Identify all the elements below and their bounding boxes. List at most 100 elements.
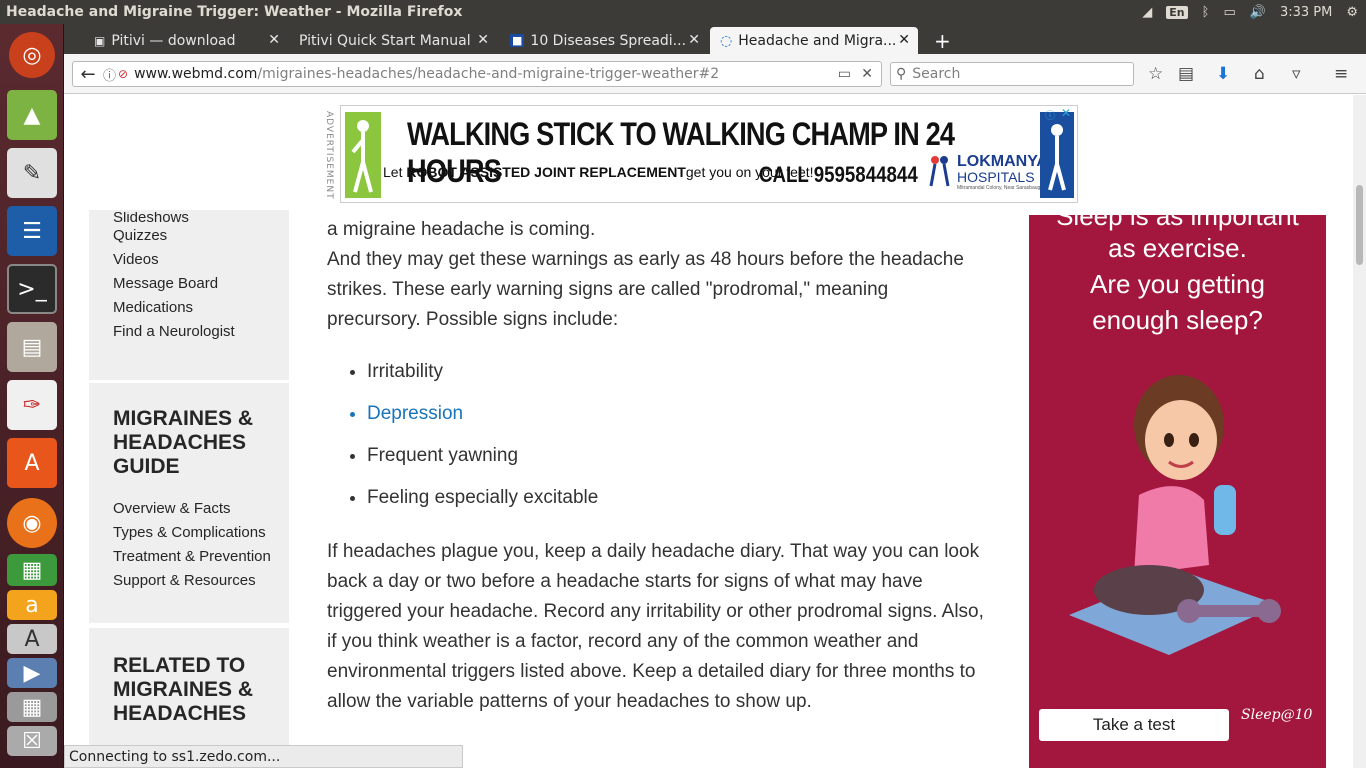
article-paragraph: And they may get these warnings as early… <box>327 249 964 330</box>
wifi-icon[interactable]: ◢ <box>1142 5 1152 20</box>
menu-icon[interactable]: ≡ <box>1334 64 1348 84</box>
article-paragraph: a migraine headache is coming. <box>327 219 596 240</box>
guide-heading-line: MIGRAINES & <box>113 407 254 430</box>
sleep-at-10-logo: Sleep@10 <box>1241 707 1313 723</box>
tab-label: Pitivi — download <box>111 32 236 49</box>
web-page: Slideshows Quizzes Videos Message Board … <box>64 95 1353 768</box>
software-center-icon[interactable]: A <box>7 438 57 488</box>
workspace-icon[interactable]: ▦ <box>7 692 57 722</box>
url-path: /migraines-headaches/headache-and-migrai… <box>257 66 720 82</box>
loading-spinner-icon: ◌ <box>720 32 733 49</box>
reader-view-icon[interactable]: ▭ <box>838 66 851 82</box>
file-manager-icon[interactable]: ▤ <box>7 322 57 372</box>
firefox-icon[interactable]: ◉ <box>7 498 57 548</box>
banner-sub-prefix: Let <box>383 164 407 180</box>
writer-icon[interactable]: ☰ <box>7 206 57 256</box>
clapper-icon: ▣ <box>94 33 106 48</box>
text-editor-icon[interactable]: ✎ <box>7 148 57 198</box>
launcher: ◎ ▲ ✎ ☰ >_ ▤ ✑ A ◉ ▦ a A ▶ ▦ ☒ <box>0 24 64 768</box>
volume-icon[interactable]: 🔊 <box>1250 5 1266 20</box>
banner-subline: Let ROBOT ASSISTED JOINT REPLACEMENTget … <box>383 164 814 180</box>
brand-line1: LOKMANYA <box>957 153 1048 170</box>
guide-link[interactable]: Support & Resources <box>89 569 289 593</box>
download-icon[interactable]: ⬇ <box>1216 64 1230 84</box>
guide-link[interactable]: Treatment & Prevention <box>89 545 289 569</box>
sidebar-top-links: Slideshows Quizzes Videos Message Board … <box>89 210 289 380</box>
search-field[interactable]: ⚲ Search <box>890 62 1134 86</box>
battery-icon[interactable]: ▭ <box>1223 5 1235 20</box>
sidebar-link[interactable]: Message Board <box>89 272 289 296</box>
related-heading-line: MIGRAINES & <box>113 678 254 701</box>
ad-text-line: Are you getting <box>1090 269 1265 299</box>
stop-icon[interactable]: ✕ <box>861 66 873 82</box>
sidebar-link[interactable]: Slideshows <box>89 212 289 224</box>
terminal-icon[interactable]: >_ <box>7 264 57 314</box>
article-paragraph: If headaches plague you, keep a daily he… <box>327 541 984 712</box>
close-tab-icon[interactable]: ✕ <box>477 32 489 48</box>
url-domain: www.webmd.com <box>134 66 258 82</box>
sidebar-link[interactable]: Videos <box>89 248 289 272</box>
scrollbar-thumb[interactable] <box>1356 185 1363 265</box>
tab-diseases[interactable]: ■ 10 Diseases Spreadi... ✕ <box>500 27 708 54</box>
related-heading-line: HEADACHES <box>113 702 247 725</box>
search-placeholder: Search <box>912 66 961 82</box>
bluetooth-icon[interactable]: ᛒ <box>1202 5 1210 20</box>
sleep-advertisement[interactable]: Sleep is as important as exercise. Are y… <box>1029 215 1326 768</box>
sidebar-link[interactable]: Find a Neurologist <box>89 320 289 344</box>
bookmark-star-icon[interactable]: ☆ <box>1148 64 1163 84</box>
page-scrollbar[interactable] <box>1353 95 1366 768</box>
url-bar[interactable]: ← ⓘ ⊘ www.webmd.com/migraines-headaches/… <box>72 61 882 87</box>
advertisement-label: ADVERTISEMENT <box>324 111 334 200</box>
tab-label: Headache and Migra... <box>738 32 897 49</box>
new-tab-button[interactable]: + <box>924 27 954 54</box>
amazon-icon[interactable]: a <box>7 590 57 620</box>
sidebar-link[interactable]: Quizzes <box>89 224 289 248</box>
weather-site-icon: ■ <box>510 34 525 47</box>
ad-text-line: as exercise. <box>1108 233 1247 263</box>
android-studio-icon[interactable]: ▲ <box>7 90 57 140</box>
article-body: a migraine headache is coming. And they … <box>327 215 987 717</box>
accessibility-figure-icon <box>1040 112 1074 198</box>
back-arrow-icon[interactable]: ← <box>73 64 103 85</box>
close-tab-icon[interactable]: ✕ <box>898 32 910 48</box>
close-tab-icon[interactable]: ✕ <box>268 32 280 48</box>
related-heading-line: RELATED TO <box>113 654 246 677</box>
guide-link[interactable]: Types & Complications <box>89 521 289 545</box>
tab-label: Pitivi Quick Start Manual <box>299 32 471 49</box>
pdf-viewer-icon[interactable]: ✑ <box>7 380 57 430</box>
adchoices-icon[interactable]: ⓘ <box>1045 107 1055 122</box>
list-item: Frequent yawning <box>367 435 987 477</box>
trash-icon[interactable]: ☒ <box>7 726 57 756</box>
tab-pitivi-manual[interactable]: Pitivi Quick Start Manual ✕ <box>289 27 497 54</box>
depression-link[interactable]: Depression <box>367 393 987 435</box>
take-a-test-button[interactable]: Take a test <box>1039 709 1229 741</box>
pocket-icon[interactable]: ▿ <box>1292 64 1301 84</box>
system-tray: ◢ En ᛒ ▭ 🔊 3:33 PM ⚙ <box>1142 0 1358 24</box>
close-tab-icon[interactable]: ✕ <box>688 32 700 48</box>
ubuntu-logo-icon[interactable]: ◎ <box>9 32 55 78</box>
clock[interactable]: 3:33 PM <box>1280 5 1332 20</box>
insecure-icon[interactable]: ⊘ <box>118 67 128 81</box>
brand-line2: HOSPITALS <box>957 169 1035 185</box>
tab-headache[interactable]: ◌ Headache and Migra... ✕ <box>710 27 918 54</box>
ad-text-line: enough sleep? <box>1092 305 1263 335</box>
signs-list: Irritability Depression Frequent yawning… <box>327 351 987 519</box>
settings-gear-icon[interactable]: ⚙ <box>1346 5 1358 20</box>
close-ad-icon[interactable]: ✕ <box>1061 106 1071 120</box>
fonts-icon[interactable]: A <box>7 624 57 654</box>
info-icon[interactable]: ⓘ <box>103 65 116 84</box>
list-item: Feeling especially excitable <box>367 477 987 519</box>
bookmarks-list-icon[interactable]: ▤ <box>1178 64 1194 84</box>
sidebar-guide: MIGRAINES & HEADACHES GUIDE Overview & F… <box>89 383 289 623</box>
tab-strip: ▣ Pitivi — download ✕ Pitivi Quick Start… <box>64 24 1366 54</box>
keyboard-indicator[interactable]: En <box>1166 5 1188 19</box>
home-icon[interactable]: ⌂ <box>1254 64 1265 84</box>
guide-link[interactable]: Overview & Facts <box>89 497 289 521</box>
lokmanya-banner-ad[interactable]: WALKING STICK TO WALKING CHAMP IN 24 HOU… <box>340 105 1078 203</box>
media-icon[interactable]: ▶ <box>7 658 57 688</box>
guide-heading-line: HEADACHES <box>113 431 247 454</box>
woman-illustration-icon <box>1069 375 1281 655</box>
sidebar-link[interactable]: Medications <box>89 296 289 320</box>
tab-pitivi-download[interactable]: ▣ Pitivi — download ✕ <box>84 27 288 54</box>
calc-icon[interactable]: ▦ <box>7 554 57 586</box>
